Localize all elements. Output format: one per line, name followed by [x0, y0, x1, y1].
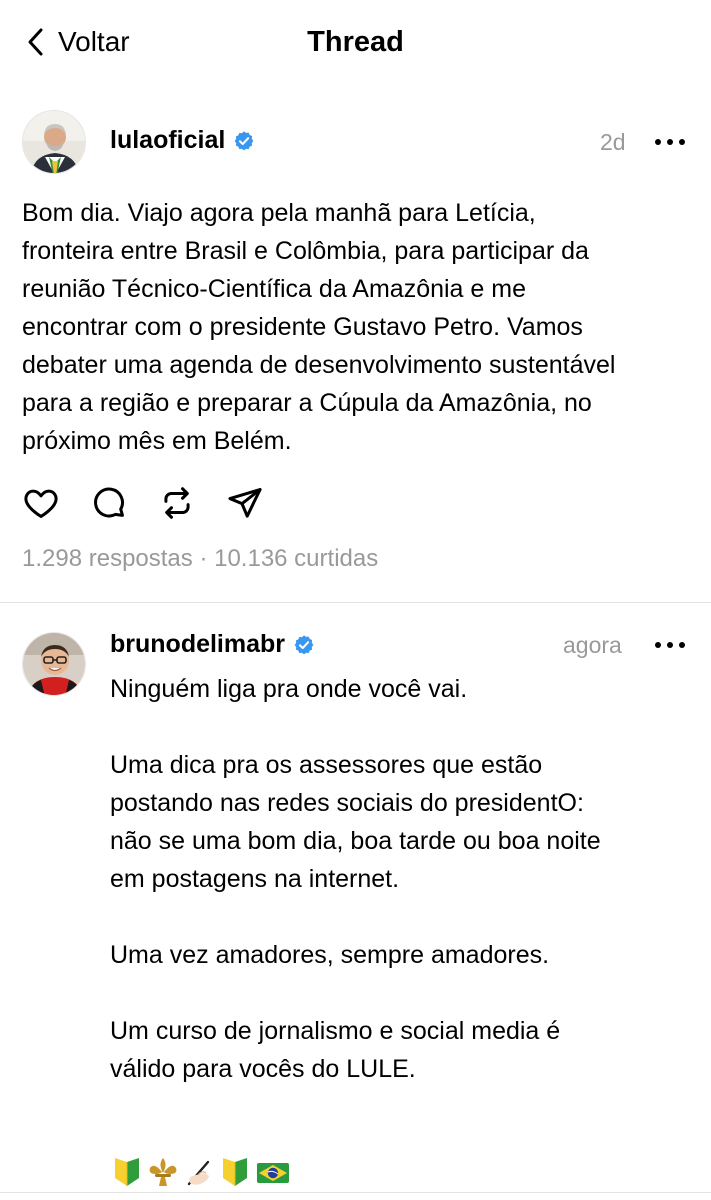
avatar-image — [23, 111, 85, 173]
page-title: Thread — [307, 26, 404, 58]
writing-hand-icon — [187, 1160, 210, 1186]
repost-icon[interactable] — [158, 484, 196, 522]
heart-icon[interactable] — [22, 484, 60, 522]
verified-badge-icon — [294, 634, 314, 654]
top-bar: Voltar Thread — [0, 0, 711, 82]
dot-icon — [655, 642, 661, 648]
avatar[interactable] — [22, 632, 86, 696]
dot-icon — [667, 642, 673, 648]
post-stats[interactable]: 1.298 respostas · 10.136 curtidas — [22, 545, 378, 573]
avatar[interactable] — [22, 110, 86, 174]
reply-text: Ninguém liga pra onde você vai. Uma dica… — [110, 675, 601, 1083]
more-options-button[interactable] — [655, 635, 685, 655]
more-options-button[interactable] — [655, 132, 685, 152]
beginner-symbol-icon — [115, 1158, 139, 1186]
fleur-de-lis-icon — [149, 1158, 177, 1186]
dot-icon — [655, 139, 661, 145]
post-time: 2d — [600, 129, 626, 155]
reply-time: agora — [563, 632, 622, 658]
share-icon[interactable] — [226, 484, 264, 522]
dot-icon — [667, 139, 673, 145]
post-header: lulaoficial — [110, 126, 255, 155]
divider — [0, 1192, 711, 1193]
dot-icon — [679, 139, 685, 145]
avatar-image — [23, 633, 85, 695]
comment-icon[interactable] — [90, 484, 128, 522]
post-actions — [22, 484, 264, 522]
brazil-flag-icon — [257, 1163, 289, 1183]
reply-header: brunodelimabr — [110, 630, 315, 659]
post-text: Bom dia. Viajo agora pela manhã para Let… — [22, 199, 616, 455]
reply-emojis — [112, 1156, 290, 1188]
dot-icon — [679, 642, 685, 648]
divider — [0, 602, 711, 603]
post-username[interactable]: lulaoficial — [110, 126, 225, 155]
beginner-symbol-icon — [223, 1158, 247, 1186]
verified-badge-icon — [234, 130, 254, 150]
reply-username[interactable]: brunodelimabr — [110, 630, 285, 659]
